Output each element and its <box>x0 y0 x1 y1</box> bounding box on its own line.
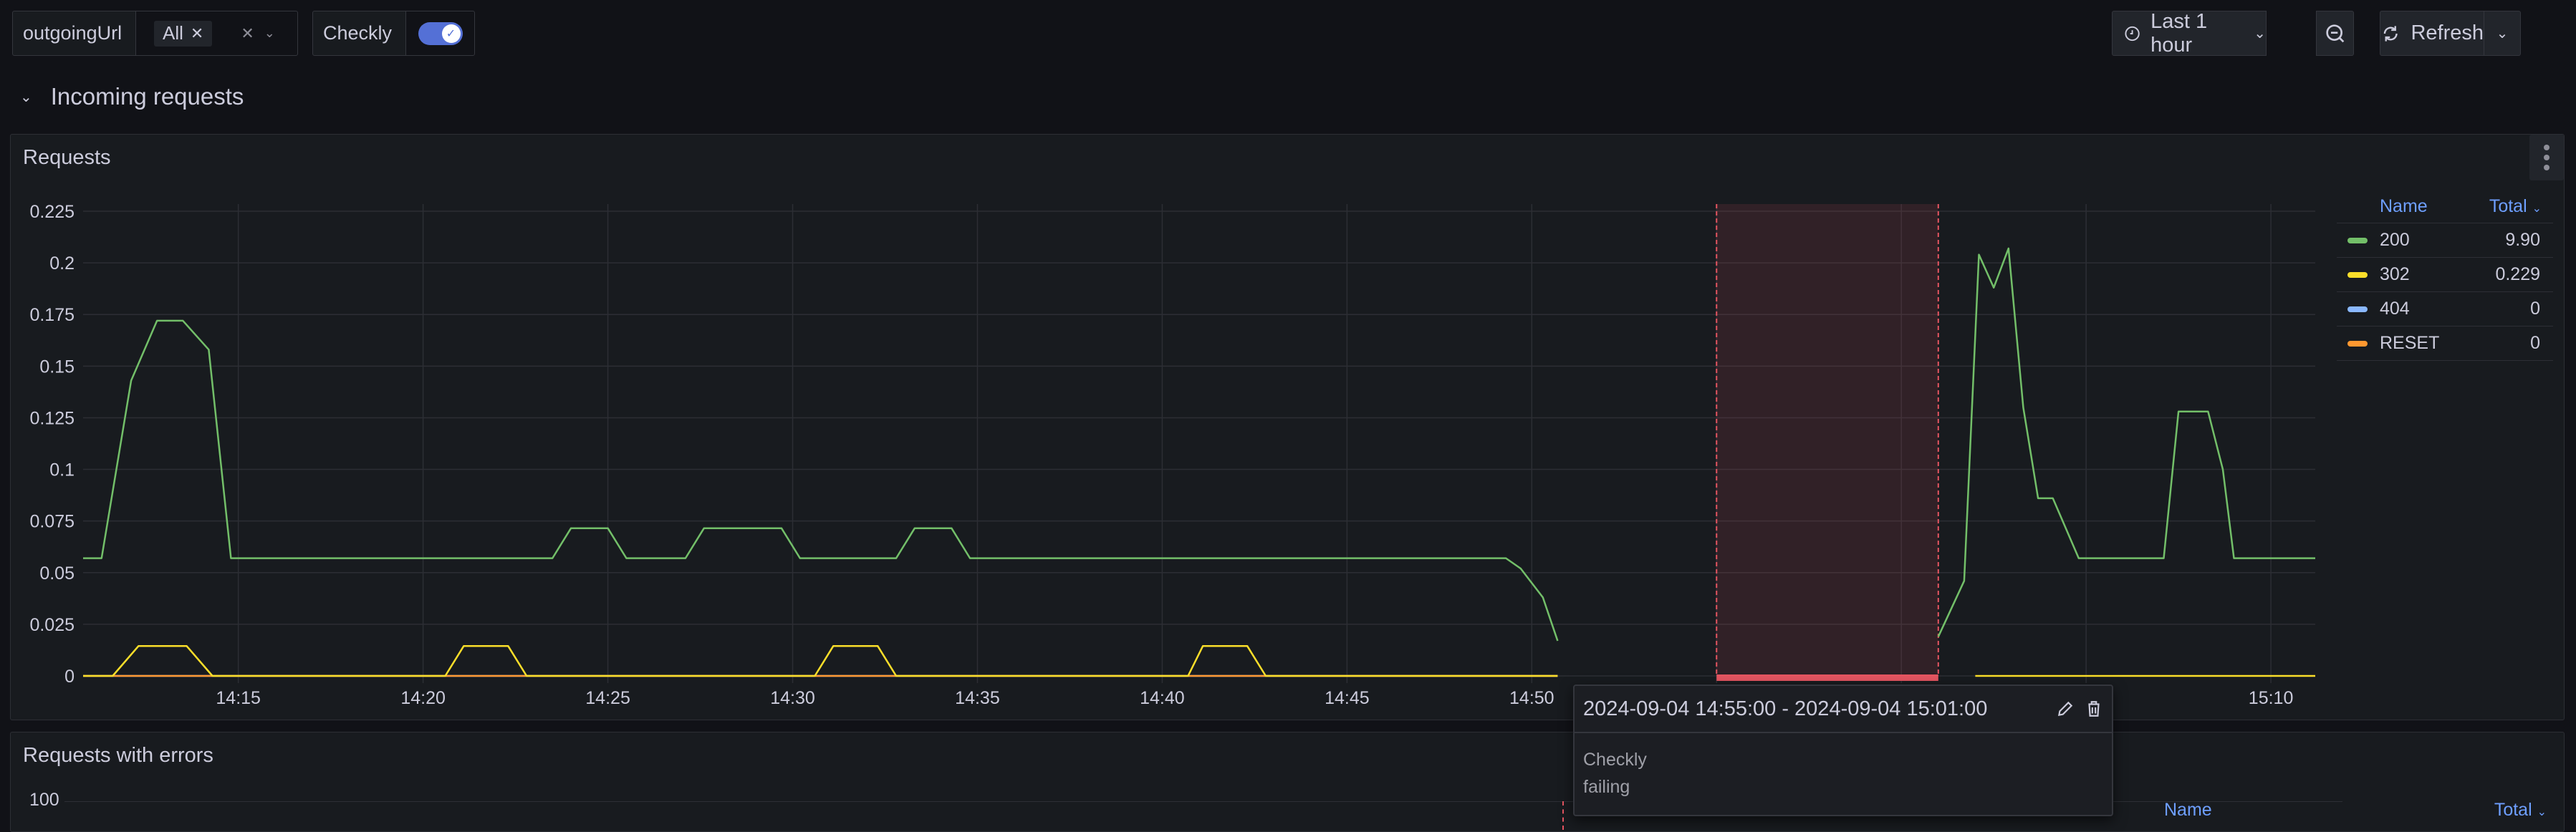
annotation-actions <box>2056 700 2103 718</box>
legend-total-label: Total <box>2489 196 2527 216</box>
clear-icon[interactable]: ✕ <box>241 24 254 43</box>
panel-menu-button[interactable] <box>2529 135 2564 180</box>
legend-item-404[interactable]: 404 0 <box>2337 292 2553 326</box>
time-range-label: Last 1 hour <box>2150 9 2208 57</box>
series-swatch <box>2347 306 2368 312</box>
variable-label-outgoingurl: outgoingUrl <box>12 11 136 56</box>
legend-total-header[interactable]: Total ⌄ <box>2489 196 2542 217</box>
selected-chip-all[interactable]: All ✕ <box>154 20 213 47</box>
panel-title: Requests <box>23 146 111 169</box>
panel-title: Requests with errors <box>23 744 213 767</box>
chevron-down-icon: ⌄ <box>2496 26 2509 42</box>
legend-total: 0 <box>2530 299 2540 319</box>
series-swatch <box>2347 271 2368 278</box>
checkly-toggle[interactable]: ✓ <box>405 11 475 56</box>
legend-total-label: Total <box>2494 799 2532 820</box>
legend-name: 200 <box>2380 230 2410 250</box>
outgoingurl-select[interactable]: All ✕ ✕ ⌄ <box>135 11 298 56</box>
panel-requests: Requests <box>10 134 2565 720</box>
legend-name: RESET <box>2380 333 2440 353</box>
row-title: Incoming requests <box>50 83 244 110</box>
legend-header: Name Total ⌄ <box>2337 190 2553 223</box>
time-range-picker[interactable]: Last 1 hour ⌄ <box>2112 9 2267 57</box>
legend-name: 302 <box>2380 264 2410 284</box>
variable-label-checkly: Checkly <box>312 11 406 56</box>
annotation-text: failing <box>1583 777 1630 797</box>
annotation-time-range: 2024-09-04 14:55:00 - 2024-09-04 15:01:0… <box>1583 697 1988 720</box>
legend-total: 9.90 <box>2505 230 2540 250</box>
refresh-icon <box>2383 25 2398 42</box>
legend-item-200[interactable]: 200 9.90 <box>2337 223 2553 258</box>
clock-icon <box>2125 26 2140 41</box>
annotation-marker <box>1562 801 1564 830</box>
chip-label: All <box>163 22 183 44</box>
annotation-source: Checkly <box>1583 750 1647 770</box>
zoom-out-icon <box>2325 24 2344 42</box>
legend-total: 0.229 <box>2495 264 2540 284</box>
panel-requests-with-errors: Requests with errors 100 Name Total ⌄ <box>10 732 2565 832</box>
series-swatch <box>2347 237 2368 243</box>
series-swatch <box>2347 340 2368 347</box>
legend-requests: Name Total ⌄ 200 9.90 302 0.229 404 0 RESET… <box>2337 190 2553 361</box>
trash-icon[interactable] <box>2085 700 2103 718</box>
row-header-incoming-requests[interactable]: ⌄ Incoming requests <box>20 83 244 110</box>
legend-name: 404 <box>2380 299 2410 319</box>
chevron-down-icon[interactable]: ⌄ <box>264 26 275 41</box>
refresh-label: Refresh <box>2411 21 2484 44</box>
chevron-down-icon: ⌄ <box>2254 26 2266 42</box>
check-icon: ✓ <box>441 24 461 43</box>
legend-name-header[interactable]: Name <box>2164 800 2212 821</box>
legend-item-302[interactable]: 302 0.229 <box>2337 258 2553 292</box>
remove-chip-icon[interactable]: ✕ <box>191 24 203 43</box>
legend-total: 0 <box>2530 333 2540 353</box>
dashboard-controls: outgoingUrl All ✕ ✕ ⌄ Checkly ✓ Last 1 h… <box>0 0 2576 66</box>
refresh-button[interactable]: Refresh <box>2380 11 2484 56</box>
variable-label-text: outgoingUrl <box>23 22 122 44</box>
pencil-icon[interactable] <box>2056 700 2075 718</box>
variable-label-text: Checkly <box>323 22 393 44</box>
legend-errors: Name Total ⌄ <box>2164 793 2558 826</box>
annotation-tooltip: 2024-09-04 14:55:00 - 2024-09-04 15:01:0… <box>1573 685 2113 816</box>
refresh-interval-dropdown[interactable]: ⌄ <box>2484 11 2521 56</box>
annotation-header: 2024-09-04 14:55:00 - 2024-09-04 15:01:0… <box>1575 686 2112 733</box>
zoom-out-button[interactable] <box>2316 11 2354 56</box>
sort-chevron-icon: ⌄ <box>2537 806 2547 818</box>
legend-total-header[interactable]: Total ⌄ <box>2494 800 2547 821</box>
legend-name-header[interactable]: Name <box>2380 196 2428 217</box>
legend-header: Name Total ⌄ <box>2164 793 2558 826</box>
chevron-down-icon[interactable]: ⌄ <box>20 88 32 106</box>
toggle-switch[interactable]: ✓ <box>418 21 463 45</box>
sort-chevron-icon: ⌄ <box>2532 203 2542 215</box>
legend-item-reset[interactable]: RESET 0 <box>2337 326 2553 361</box>
y-tick-label: 100 <box>29 790 59 810</box>
